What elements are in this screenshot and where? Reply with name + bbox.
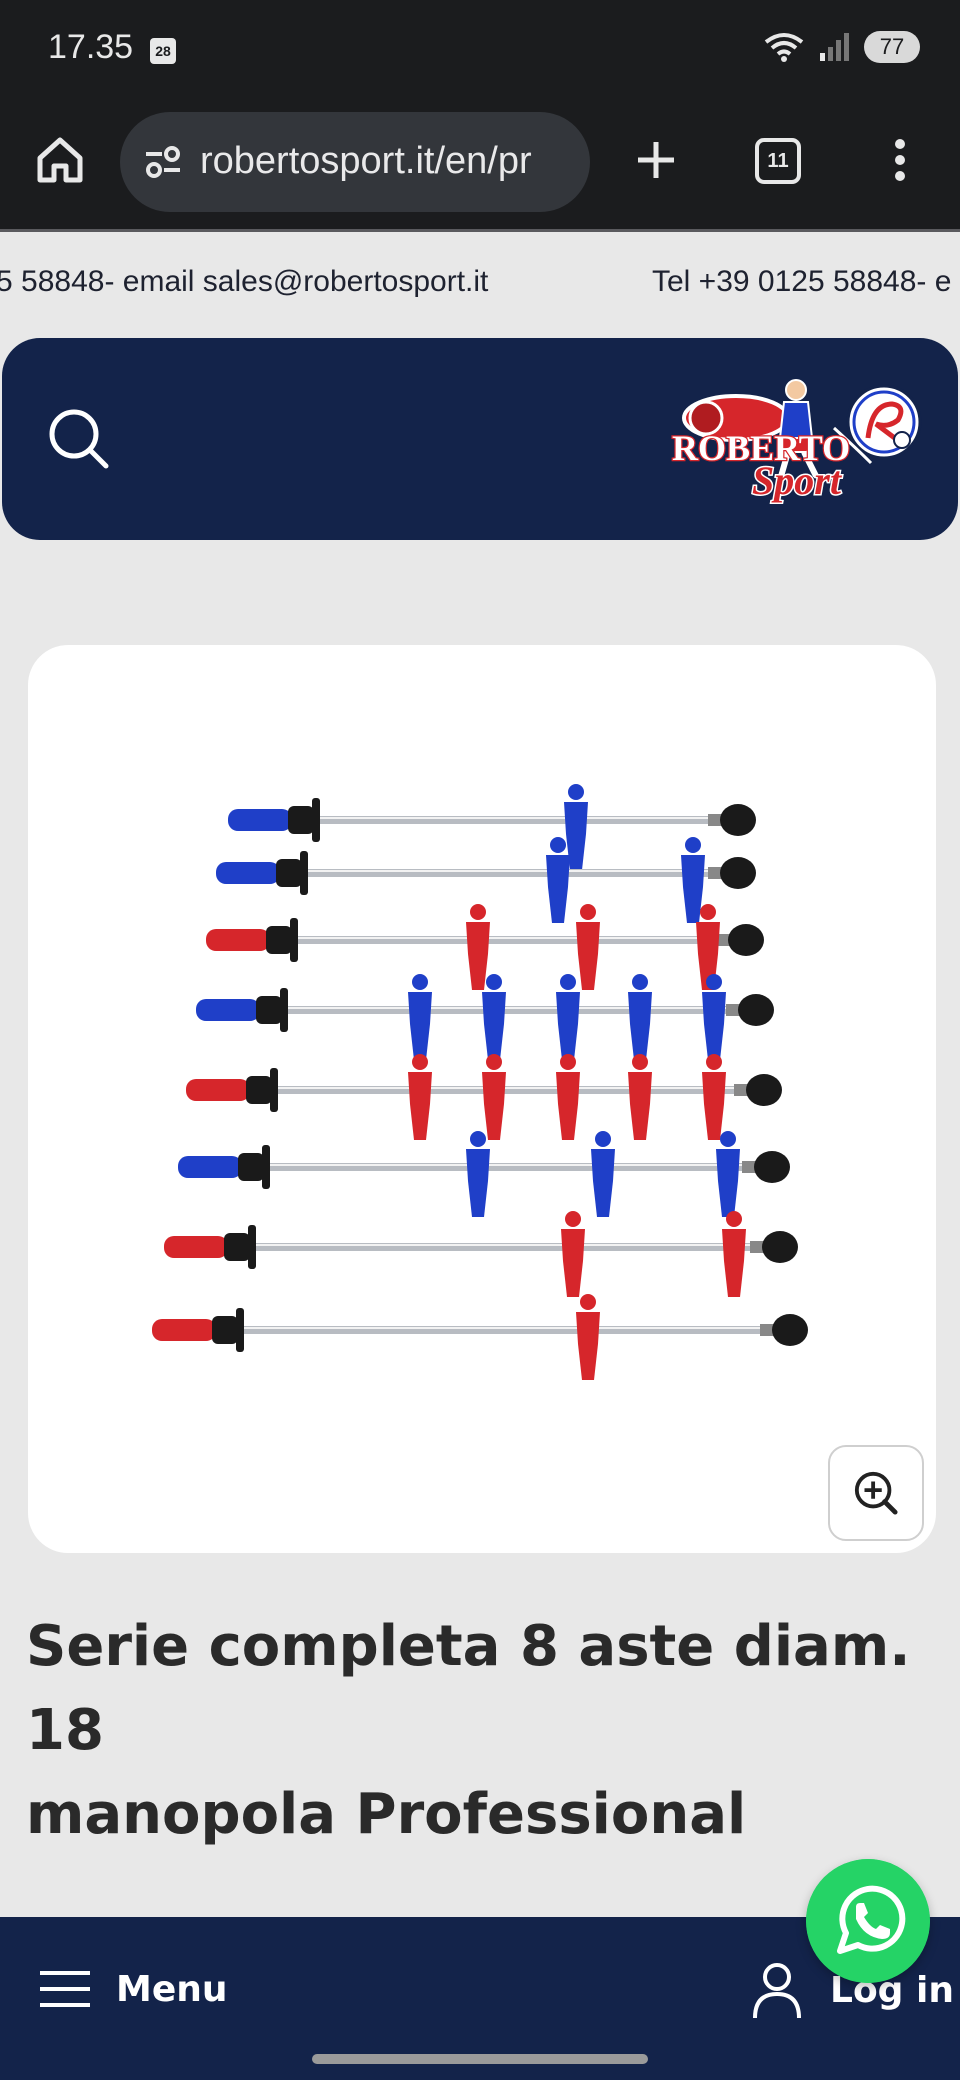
rod-bumper (720, 804, 756, 836)
foosball-player (591, 1149, 615, 1217)
product-image-card (28, 645, 936, 1553)
user-icon (753, 1963, 801, 2019)
foosball-player (482, 1072, 506, 1140)
rod-bumper (728, 924, 764, 956)
rod-bumper (746, 1074, 782, 1106)
calendar-icon: 28 (150, 38, 176, 64)
ticker-text: 5 58848- email sales@robertosport.it (0, 265, 489, 298)
site-settings-icon[interactable] (142, 142, 184, 182)
battery-indicator: 77 (864, 31, 920, 63)
new-tab-icon[interactable] (626, 130, 686, 190)
rod-bumper (772, 1314, 808, 1346)
rod-handle (228, 809, 292, 831)
foosball-player (556, 992, 580, 1060)
foosball-player (556, 1072, 580, 1140)
rod-handle (164, 1236, 228, 1258)
hamburger-icon (40, 1971, 90, 2007)
rod-handle (206, 929, 270, 951)
foosball-player (576, 1312, 600, 1380)
site-header: ROBERTO Sport (2, 338, 958, 540)
logo-text-sub: Sport (752, 458, 843, 503)
home-icon[interactable] (30, 130, 90, 190)
search-icon[interactable] (44, 404, 114, 474)
more-options-icon[interactable] (880, 130, 920, 190)
rod-handle (196, 999, 260, 1021)
zoom-in-icon[interactable] (828, 1445, 924, 1541)
tab-switcher-button[interactable]: 11 (755, 138, 801, 184)
rod-handle (186, 1079, 250, 1101)
foosball-player (716, 1149, 740, 1217)
rod-bumper (762, 1231, 798, 1263)
address-bar[interactable]: robertosport.it/en/pr (120, 112, 590, 212)
rod-bumper (720, 857, 756, 889)
status-icons: 77 (762, 30, 920, 64)
foosball-player (546, 855, 570, 923)
rod-bumper (738, 994, 774, 1026)
foosball-player (408, 1072, 432, 1140)
foosball-player (408, 992, 432, 1060)
foosball-player (628, 1072, 652, 1140)
contact-ticker: 5 58848- email sales@robertosport.it Tel… (0, 235, 960, 335)
foosball-player (702, 992, 726, 1060)
product-image[interactable] (28, 645, 936, 1553)
rod-handle (216, 862, 280, 884)
signal-icon (820, 33, 849, 61)
menu-label: Menu (116, 1968, 228, 2010)
foosball-player (466, 1149, 490, 1217)
foosball-player (702, 1072, 726, 1140)
rod-handle (178, 1156, 242, 1178)
browser-toolbar: robertosport.it/en/pr 11 (0, 104, 960, 232)
whatsapp-icon[interactable] (806, 1859, 930, 1983)
menu-button[interactable]: Menu (38, 1959, 228, 2019)
product-title-line: Serie completa 8 aste diam. 18 (26, 1614, 911, 1763)
product-title-line: manopola Professional (26, 1782, 747, 1847)
gesture-bar (312, 2054, 648, 2064)
product-title: Serie completa 8 aste diam. 18 manopola … (26, 1605, 926, 1857)
clock: 17.35 (48, 28, 134, 66)
foosball-player (722, 1229, 746, 1297)
foosball-player (576, 922, 600, 990)
url-text: robertosport.it/en/pr (200, 140, 532, 182)
status-bar: 17.35 28 77 (0, 0, 960, 104)
wifi-icon (764, 33, 804, 62)
foosball-player (561, 1229, 585, 1297)
ticker-text: Tel +39 0125 58848- e (652, 265, 952, 298)
rod-handle (152, 1319, 216, 1341)
rod-bumper (754, 1151, 790, 1183)
foosball-player (628, 992, 652, 1060)
roberto-sport-logo[interactable]: ROBERTO Sport (666, 368, 928, 508)
foosball-player (482, 992, 506, 1060)
